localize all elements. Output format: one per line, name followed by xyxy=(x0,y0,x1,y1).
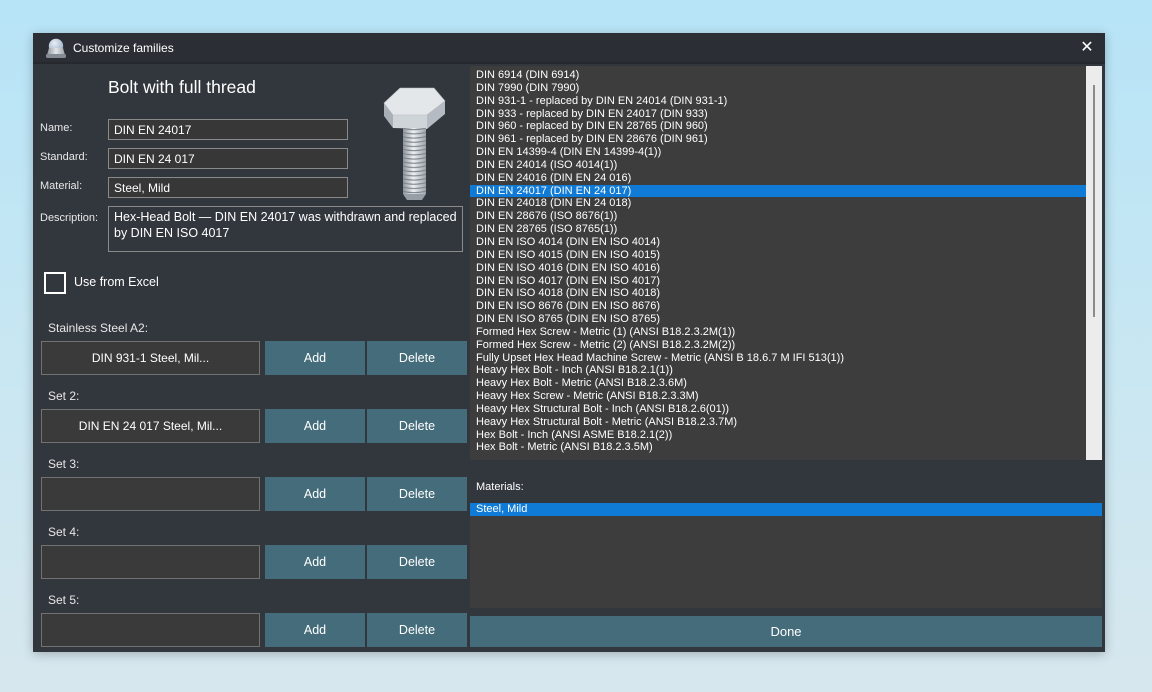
families-list: DIN 6914 (DIN 6914)DIN 7990 (DIN 7990)DI… xyxy=(470,66,1102,460)
family-list-item[interactable]: Formed Hex Screw - Metric (2) (ANSI B18.… xyxy=(470,339,1102,352)
cap-nut-icon xyxy=(44,37,68,60)
family-list-item[interactable]: DIN EN ISO 8765 (DIN EN ISO 8765) xyxy=(470,313,1102,326)
family-list-item[interactable]: DIN EN 24016 (DIN EN 24 016) xyxy=(470,172,1102,185)
material-list-item[interactable]: Steel, Mild xyxy=(470,503,1102,516)
description-label: Description: xyxy=(40,212,98,224)
set-2-delete-button[interactable]: Delete xyxy=(367,409,467,443)
set-3-add-button[interactable]: Add xyxy=(265,477,365,511)
families-scrollbar[interactable] xyxy=(1086,66,1102,460)
family-list-item[interactable]: DIN EN 24014 (ISO 4014(1)) xyxy=(470,159,1102,172)
standard-input[interactable] xyxy=(108,148,348,169)
name-label: Name: xyxy=(40,122,72,134)
set-4-add-button[interactable]: Add xyxy=(265,545,365,579)
family-list-item[interactable]: DIN EN 14399-4 (DIN EN 14399-4(1)) xyxy=(470,146,1102,159)
description-input[interactable]: Hex-Head Bolt — DIN EN 24017 was withdra… xyxy=(108,206,463,252)
family-list-item[interactable]: DIN 960 - replaced by DIN EN 28765 (DIN … xyxy=(470,120,1102,133)
family-list-item[interactable]: DIN 961 - replaced by DIN EN 28676 (DIN … xyxy=(470,133,1102,146)
material-input[interactable] xyxy=(108,177,348,198)
family-list-item[interactable]: Heavy Hex Screw - Metric (ANSI B18.2.3.3… xyxy=(470,390,1102,403)
family-list-item[interactable]: DIN EN ISO 4014 (DIN EN ISO 4014) xyxy=(470,236,1102,249)
window-title: Customize families xyxy=(73,41,174,55)
set-1-delete-button[interactable]: Delete xyxy=(367,341,467,375)
set-1-add-button[interactable]: Add xyxy=(265,341,365,375)
set-1-label: Stainless Steel A2: xyxy=(48,321,148,335)
customize-families-dialog: Customize families ✕ Bolt with full thre… xyxy=(33,33,1105,652)
title-bar: Customize families ✕ xyxy=(33,33,1105,64)
done-button[interactable]: Done xyxy=(470,616,1102,647)
name-input[interactable] xyxy=(108,119,348,140)
family-list-item[interactable]: Heavy Hex Structural Bolt - Metric (ANSI… xyxy=(470,416,1102,429)
family-list-item[interactable]: DIN EN 24018 (DIN EN 24 018) xyxy=(470,197,1102,210)
set-4-field[interactable] xyxy=(41,545,260,579)
family-list-item[interactable]: DIN EN ISO 4016 (DIN EN ISO 4016) xyxy=(470,262,1102,275)
set-5-label: Set 5: xyxy=(48,593,79,607)
family-list-item[interactable]: DIN 6914 (DIN 6914) xyxy=(470,69,1102,82)
family-list-item[interactable]: DIN 7990 (DIN 7990) xyxy=(470,82,1102,95)
use-from-excel-checkbox[interactable] xyxy=(44,272,66,294)
set-3-field[interactable] xyxy=(41,477,260,511)
set-4-label: Set 4: xyxy=(48,525,79,539)
family-list-item[interactable]: DIN EN ISO 4017 (DIN EN ISO 4017) xyxy=(470,275,1102,288)
family-list-item[interactable]: Heavy Hex Bolt - Metric (ANSI B18.2.3.6M… xyxy=(470,377,1102,390)
family-list-item[interactable]: DIN EN 24017 (DIN EN 24 017) xyxy=(470,185,1087,198)
use-from-excel-label: Use from Excel xyxy=(74,275,159,289)
family-list-item[interactable]: DIN EN ISO 4015 (DIN EN ISO 4015) xyxy=(470,249,1102,262)
family-list-item[interactable]: DIN EN ISO 8676 (DIN EN ISO 8676) xyxy=(470,300,1102,313)
family-list-item[interactable]: Heavy Hex Bolt - Inch (ANSI B18.2.1(1)) xyxy=(470,364,1102,377)
set-5-field[interactable] xyxy=(41,613,260,647)
set-3-delete-button[interactable]: Delete xyxy=(367,477,467,511)
family-list-item[interactable]: DIN 933 - replaced by DIN EN 24017 (DIN … xyxy=(470,108,1102,121)
family-list-item[interactable]: DIN 931-1 - replaced by DIN EN 24014 (DI… xyxy=(470,95,1102,108)
close-icon[interactable]: ✕ xyxy=(1077,38,1097,58)
family-list-item[interactable]: Fully Upset Hex Head Machine Screw - Met… xyxy=(470,352,1102,365)
set-3-label: Set 3: xyxy=(48,457,79,471)
family-list-item[interactable]: DIN EN ISO 4018 (DIN EN ISO 4018) xyxy=(470,287,1102,300)
materials-list: Steel, Mild xyxy=(470,503,1102,608)
scrollbar-thumb[interactable] xyxy=(1093,85,1095,317)
standard-label: Standard: xyxy=(40,151,88,163)
family-list-item[interactable]: DIN EN 28676 (ISO 8676(1)) xyxy=(470,210,1102,223)
set-4-delete-button[interactable]: Delete xyxy=(367,545,467,579)
family-list-item[interactable]: Hex Bolt - Metric (ANSI B18.2.3.5M) xyxy=(470,441,1102,454)
set-5-delete-button[interactable]: Delete xyxy=(367,613,467,647)
set-5-add-button[interactable]: Add xyxy=(265,613,365,647)
family-list-item[interactable]: DIN EN 28765 (ISO 8765(1)) xyxy=(470,223,1102,236)
set-2-label: Set 2: xyxy=(48,389,79,403)
set-2-add-button[interactable]: Add xyxy=(265,409,365,443)
set-2-field[interactable]: DIN EN 24 017 Steel, Mil... xyxy=(41,409,260,443)
hex-bolt-image xyxy=(378,81,450,209)
family-list-item[interactable]: Formed Hex Screw - Metric (1) (ANSI B18.… xyxy=(470,326,1102,339)
materials-label: Materials: xyxy=(476,481,524,493)
family-list-item[interactable]: Heavy Hex Structural Bolt - Inch (ANSI B… xyxy=(470,403,1102,416)
family-list-item[interactable]: Hex Bolt - Inch (ANSI ASME B18.2.1(2)) xyxy=(470,429,1102,442)
set-1-field[interactable]: DIN 931-1 Steel, Mil... xyxy=(41,341,260,375)
part-heading: Bolt with full thread xyxy=(108,77,256,98)
material-label: Material: xyxy=(40,180,82,192)
